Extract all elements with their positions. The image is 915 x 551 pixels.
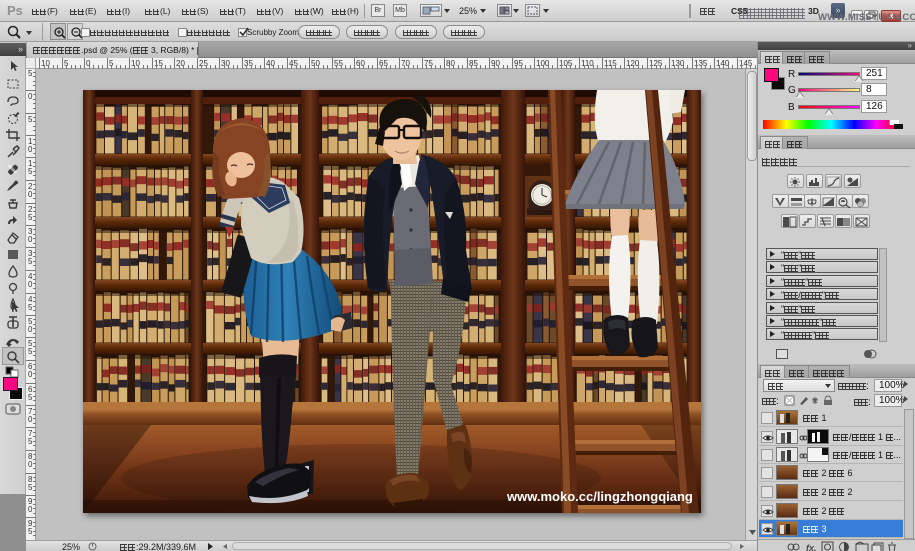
svg-text:www.moko.cc/lingzhongqiang: www.moko.cc/lingzhongqiang <box>506 489 693 504</box>
svg-text:fx.: fx. <box>806 543 817 551</box>
